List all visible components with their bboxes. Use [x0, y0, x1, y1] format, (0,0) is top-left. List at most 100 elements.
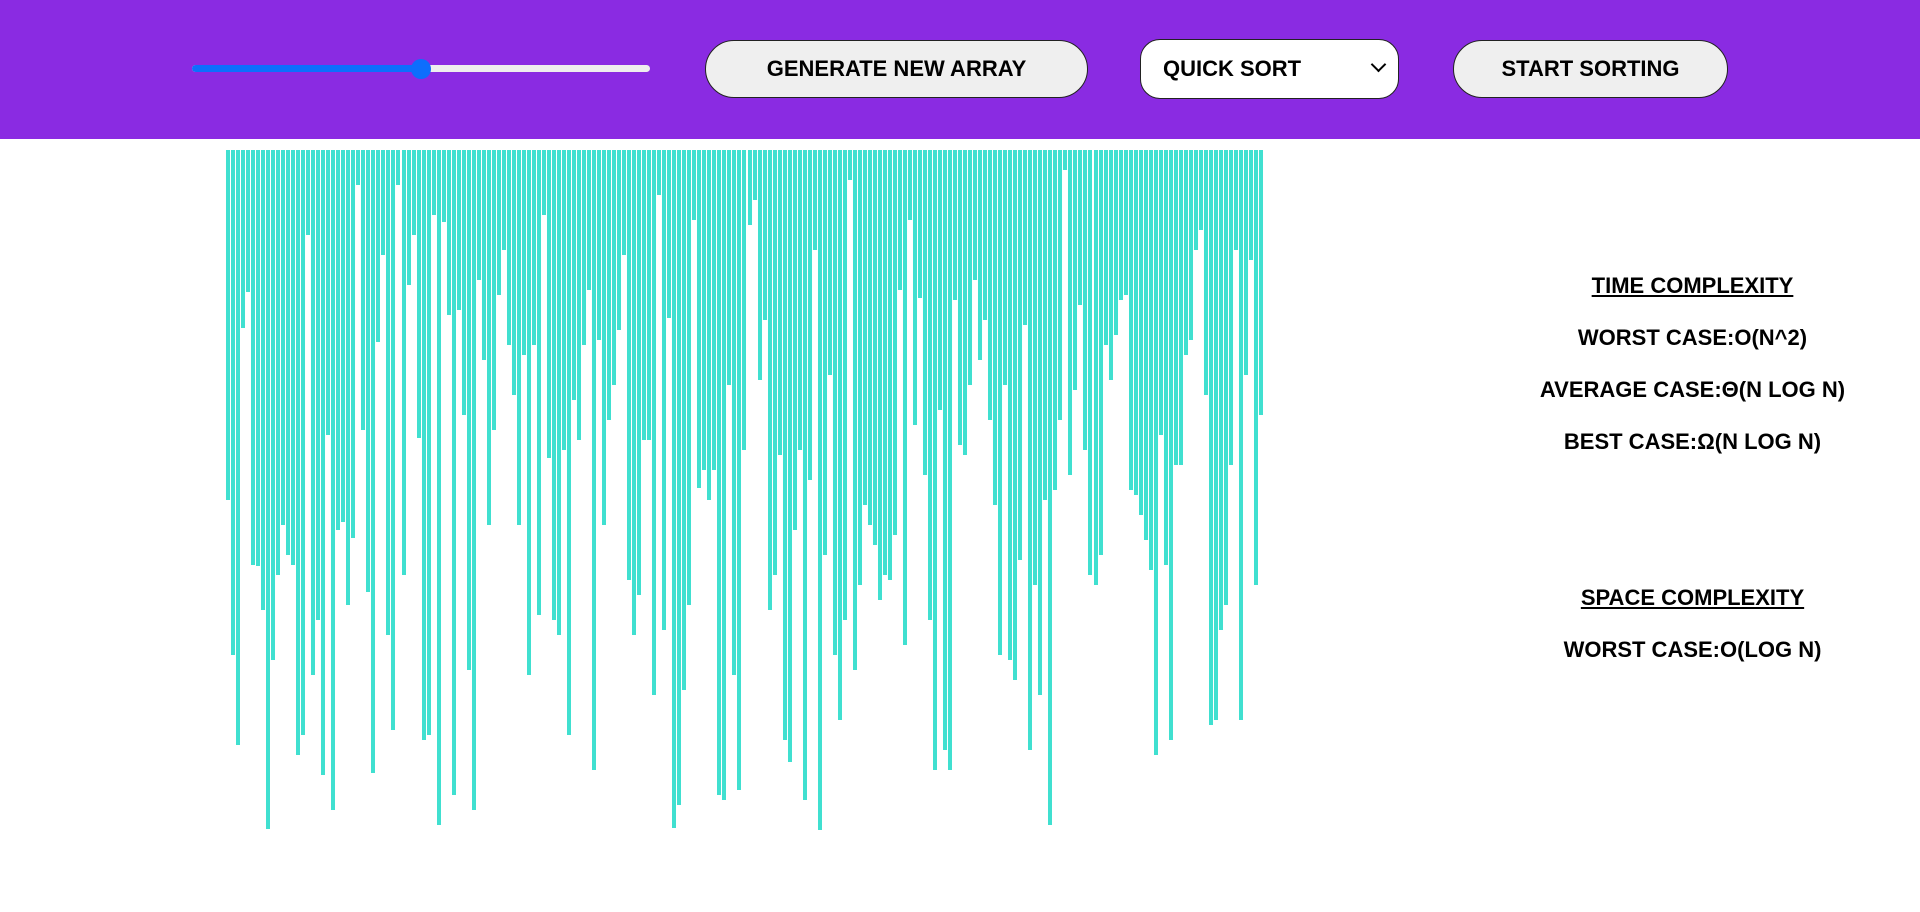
array-bar	[667, 150, 672, 318]
array-bar	[441, 150, 446, 222]
array-bar	[757, 150, 762, 380]
array-bar	[852, 150, 857, 670]
array-bar	[516, 150, 521, 525]
array-bar	[521, 150, 526, 355]
array-bar	[1008, 150, 1013, 660]
array-bar	[231, 150, 235, 655]
array-bar	[1253, 150, 1258, 585]
array-bar	[802, 150, 807, 800]
array-bar	[346, 150, 351, 605]
array-bar	[426, 150, 431, 735]
array-bar	[236, 150, 241, 745]
array-bar	[988, 150, 993, 420]
array-bar	[882, 150, 887, 575]
array-bar	[792, 150, 797, 530]
array-bar	[341, 150, 346, 522]
array-bar	[722, 150, 727, 800]
array-bar	[582, 150, 587, 345]
array-bar	[973, 150, 978, 280]
array-bar	[381, 150, 386, 255]
array-bar	[1108, 150, 1113, 380]
array-bar	[912, 150, 917, 425]
array-bar	[847, 150, 852, 180]
array-bar	[336, 150, 341, 530]
array-bar	[1018, 150, 1023, 560]
array-bar	[637, 150, 642, 595]
array-bar	[1043, 150, 1048, 500]
array-bar	[993, 150, 998, 505]
array-bar	[296, 150, 301, 755]
array-bar	[306, 150, 311, 235]
array-bar	[577, 150, 581, 440]
array-bar	[1183, 150, 1188, 355]
array-bar	[1138, 150, 1143, 515]
array-bar	[807, 150, 812, 480]
array-bar	[892, 150, 897, 535]
array-bar	[331, 150, 336, 810]
array-bar	[406, 150, 411, 285]
array-bar	[612, 150, 617, 385]
array-bar	[938, 150, 943, 410]
array-bar	[1213, 150, 1218, 720]
array-bar	[1028, 150, 1033, 750]
array-bar	[727, 150, 732, 385]
array-bar	[1238, 150, 1243, 720]
array-bar	[376, 150, 381, 342]
array-bar	[642, 150, 647, 440]
array-bar	[953, 150, 958, 300]
array-bar	[822, 150, 827, 555]
array-bar	[752, 150, 757, 200]
array-bar	[692, 150, 697, 220]
array-bar	[968, 150, 973, 385]
complexity-panel: TIME COMPLEXITY WORST CASE:O(N^2) AVERAG…	[1480, 260, 1905, 676]
array-bar	[1188, 150, 1193, 340]
array-bar	[1193, 150, 1198, 250]
array-bar	[476, 150, 481, 280]
array-bar	[652, 150, 657, 695]
array-bar	[767, 150, 772, 610]
array-bar	[862, 150, 867, 505]
array-bar	[241, 150, 246, 328]
array-bar	[998, 150, 1003, 655]
array-bar	[226, 150, 230, 500]
array-bar	[572, 150, 576, 400]
array-bar	[411, 150, 416, 235]
time-average-case: AVERAGE CASE:Θ(N LOG N)	[1539, 377, 1846, 402]
array-bar	[607, 150, 612, 420]
array-bar	[356, 150, 361, 185]
array-bar	[817, 150, 822, 830]
array-bar	[551, 150, 556, 620]
array-bar	[1083, 150, 1088, 450]
array-bar	[657, 150, 662, 195]
array-bar	[1048, 150, 1053, 825]
array-bar	[902, 150, 907, 645]
array-bar	[416, 150, 421, 438]
array-bar	[1023, 150, 1028, 325]
array-bar	[546, 150, 551, 458]
array-bar	[351, 150, 356, 538]
array-bar	[1258, 150, 1263, 415]
array-bar	[431, 150, 436, 215]
array-bar	[627, 150, 632, 580]
array-bar	[632, 150, 637, 635]
array-bar	[602, 150, 607, 525]
array-bar	[677, 150, 682, 805]
array-bar	[556, 150, 561, 635]
array-bar	[541, 150, 546, 215]
array-bar	[832, 150, 837, 655]
array-bar	[371, 150, 376, 773]
array-bar	[436, 150, 441, 825]
array-bar	[561, 150, 566, 450]
array-bar	[597, 150, 602, 340]
array-bar	[1088, 150, 1093, 575]
array-bar	[1118, 150, 1123, 300]
array-bar	[1093, 150, 1098, 585]
array-bar	[762, 150, 767, 320]
array-bar	[1013, 150, 1018, 680]
array-bar	[963, 150, 968, 455]
array-bar	[662, 150, 667, 630]
array-bar	[1058, 150, 1063, 420]
array-bar	[672, 150, 677, 828]
array-bar	[251, 150, 256, 565]
array-bar	[1063, 150, 1068, 170]
